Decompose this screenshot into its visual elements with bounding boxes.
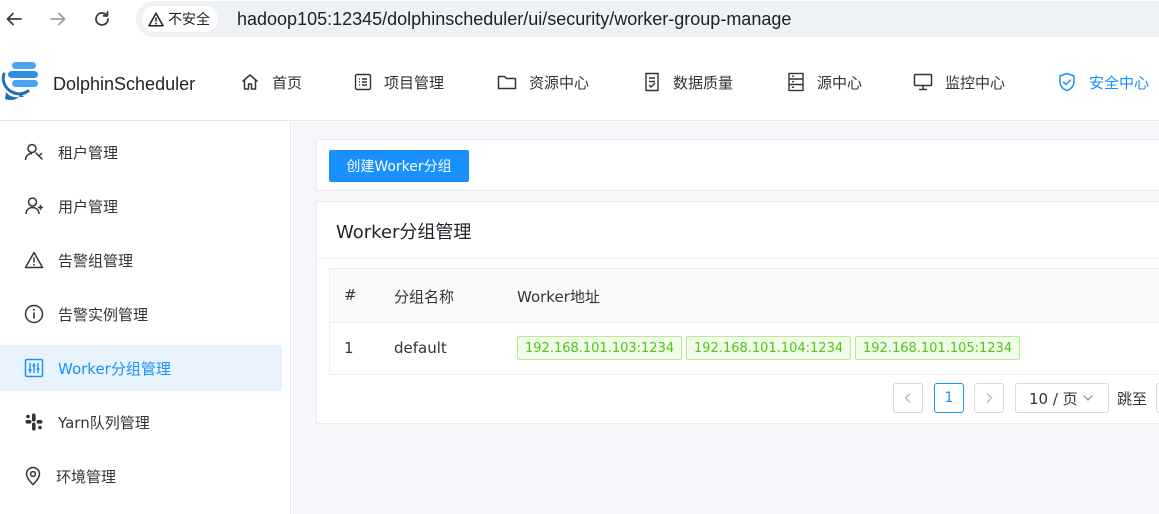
page-size-select[interactable]: 10 / 页: [1015, 383, 1109, 413]
security-label: 不安全: [168, 12, 210, 28]
card-divider: [317, 258, 1159, 259]
sidebar-item-yarn-queue[interactable]: Yarn队列管理: [0, 399, 282, 445]
pagination-next-button[interactable]: [974, 383, 1004, 413]
sidebar-item-label: 租户管理: [58, 143, 119, 162]
sidebar-item-label: 告警实例管理: [58, 305, 149, 324]
sidebar-item-tenant[interactable]: 租户管理: [0, 129, 282, 175]
datasource-icon: [788, 72, 804, 92]
user-add-icon: [25, 197, 43, 215]
jump-label: 跳至: [1117, 390, 1148, 408]
security-indicator[interactable]: 不安全: [142, 6, 218, 32]
pagination-prev-button[interactable]: [893, 383, 923, 413]
menu-data-quality-label: 数据质量: [673, 73, 734, 92]
sidebar-item-worker-group[interactable]: Worker分组管理: [0, 345, 282, 391]
chevron-left-icon: [904, 393, 911, 403]
column-worker-address: Worker地址: [517, 288, 600, 306]
reload-button[interactable]: [88, 6, 116, 32]
dolphinscheduler-logo-icon: [1, 62, 38, 101]
column-index: #: [344, 286, 357, 304]
menu-project-label: 项目管理: [384, 73, 445, 92]
sidebar-item-label: Worker分组管理: [58, 359, 171, 378]
forward-button[interactable]: [44, 6, 72, 32]
page-size-value: 10 / 页: [1029, 389, 1078, 408]
app-header: DolphinScheduler 首页 项目管理 资源中心 数据质量 源中心 监…: [0, 40, 1159, 121]
menu-datasource[interactable]: 源中心: [787, 70, 862, 94]
browser-toolbar: 不安全 hadoop105:12345/dolphinscheduler/ui/…: [0, 0, 1159, 40]
worker-group-table: # 分组名称 Worker地址 1 default 192.168.101.10…: [329, 268, 1159, 375]
row-group-name: default: [394, 339, 447, 357]
main-content: 创建Worker分组 Worker分组管理 # 分组名称 Worker地址 1 …: [292, 122, 1159, 514]
create-worker-group-button[interactable]: 创建Worker分组: [329, 150, 469, 182]
reload-icon: [95, 10, 109, 26]
menu-home-label: 首页: [272, 73, 303, 92]
arrow-left-icon: [6, 12, 22, 26]
sidebar: 租户管理 用户管理 告警组管理 告警实例管理 Worker分组管理 Yarn队列…: [0, 122, 291, 514]
sidebar-item-alarm-instance[interactable]: 告警实例管理: [0, 291, 282, 337]
tenant-icon: [24, 143, 43, 161]
sidebar-item-environment[interactable]: 环境管理: [0, 453, 282, 499]
worker-group-card: Worker分组管理 # 分组名称 Worker地址 1 default 192…: [316, 201, 1159, 424]
warning-triangle-icon: [148, 11, 164, 27]
info-circle-icon: [24, 304, 44, 324]
monitor-icon: [913, 73, 933, 91]
column-group-name: 分组名称: [394, 288, 455, 306]
arrow-right-icon: [50, 12, 66, 26]
sidebar-item-user[interactable]: 用户管理: [0, 183, 282, 229]
row-index: 1: [344, 339, 354, 357]
sliders-icon: [24, 358, 44, 378]
brand-name: DolphinScheduler: [53, 74, 196, 94]
menu-data-quality[interactable]: 数据质量: [643, 70, 733, 94]
menu-resource[interactable]: 资源中心: [497, 70, 589, 94]
sidebar-item-label: 告警组管理: [58, 251, 134, 270]
worker-address-tag: 192.168.101.104:1234: [686, 336, 852, 360]
folder-icon: [497, 75, 517, 90]
pagination-page-1[interactable]: 1: [934, 383, 964, 413]
address-bar[interactable]: 不安全 hadoop105:12345/dolphinscheduler/ui/…: [136, 1, 1159, 37]
data-quality-icon: [645, 72, 659, 92]
menu-security[interactable]: 安全中心: [1057, 70, 1149, 94]
table-header: # 分组名称 Worker地址: [330, 269, 1159, 323]
menu-home[interactable]: 首页: [240, 70, 302, 94]
chevron-down-icon: [1082, 395, 1093, 401]
project-icon: [354, 73, 372, 91]
slack-icon: [25, 413, 43, 431]
menu-monitor[interactable]: 监控中心: [913, 70, 1005, 94]
worker-address-tag: 192.168.101.103:1234: [517, 336, 683, 360]
back-button[interactable]: [0, 6, 28, 32]
toolbar-card: 创建Worker分组: [316, 139, 1159, 191]
sidebar-item-label: 环境管理: [56, 467, 117, 486]
menu-security-label: 安全中心: [1089, 73, 1150, 92]
menu-project[interactable]: 项目管理: [354, 70, 444, 94]
home-icon: [242, 74, 258, 90]
menu-resource-label: 资源中心: [529, 73, 590, 92]
url-text[interactable]: hadoop105:12345/dolphinscheduler/ui/secu…: [237, 9, 791, 30]
sidebar-item-label: 用户管理: [58, 197, 119, 216]
shield-check-icon: [1059, 72, 1075, 92]
menu-datasource-label: 源中心: [817, 73, 863, 92]
sidebar-item-label: Yarn队列管理: [58, 413, 150, 432]
menu-monitor-label: 监控中心: [945, 73, 1006, 92]
table-row: 1 default 192.168.101.103:1234 192.168.1…: [330, 323, 1159, 375]
location-icon: [25, 466, 41, 486]
card-title: Worker分组管理: [336, 222, 472, 243]
sidebar-item-alarm-group[interactable]: 告警组管理: [0, 237, 282, 283]
warning-icon: [24, 251, 44, 269]
worker-address-tag: 192.168.101.105:1234: [855, 336, 1021, 360]
chevron-right-icon: [986, 393, 993, 403]
